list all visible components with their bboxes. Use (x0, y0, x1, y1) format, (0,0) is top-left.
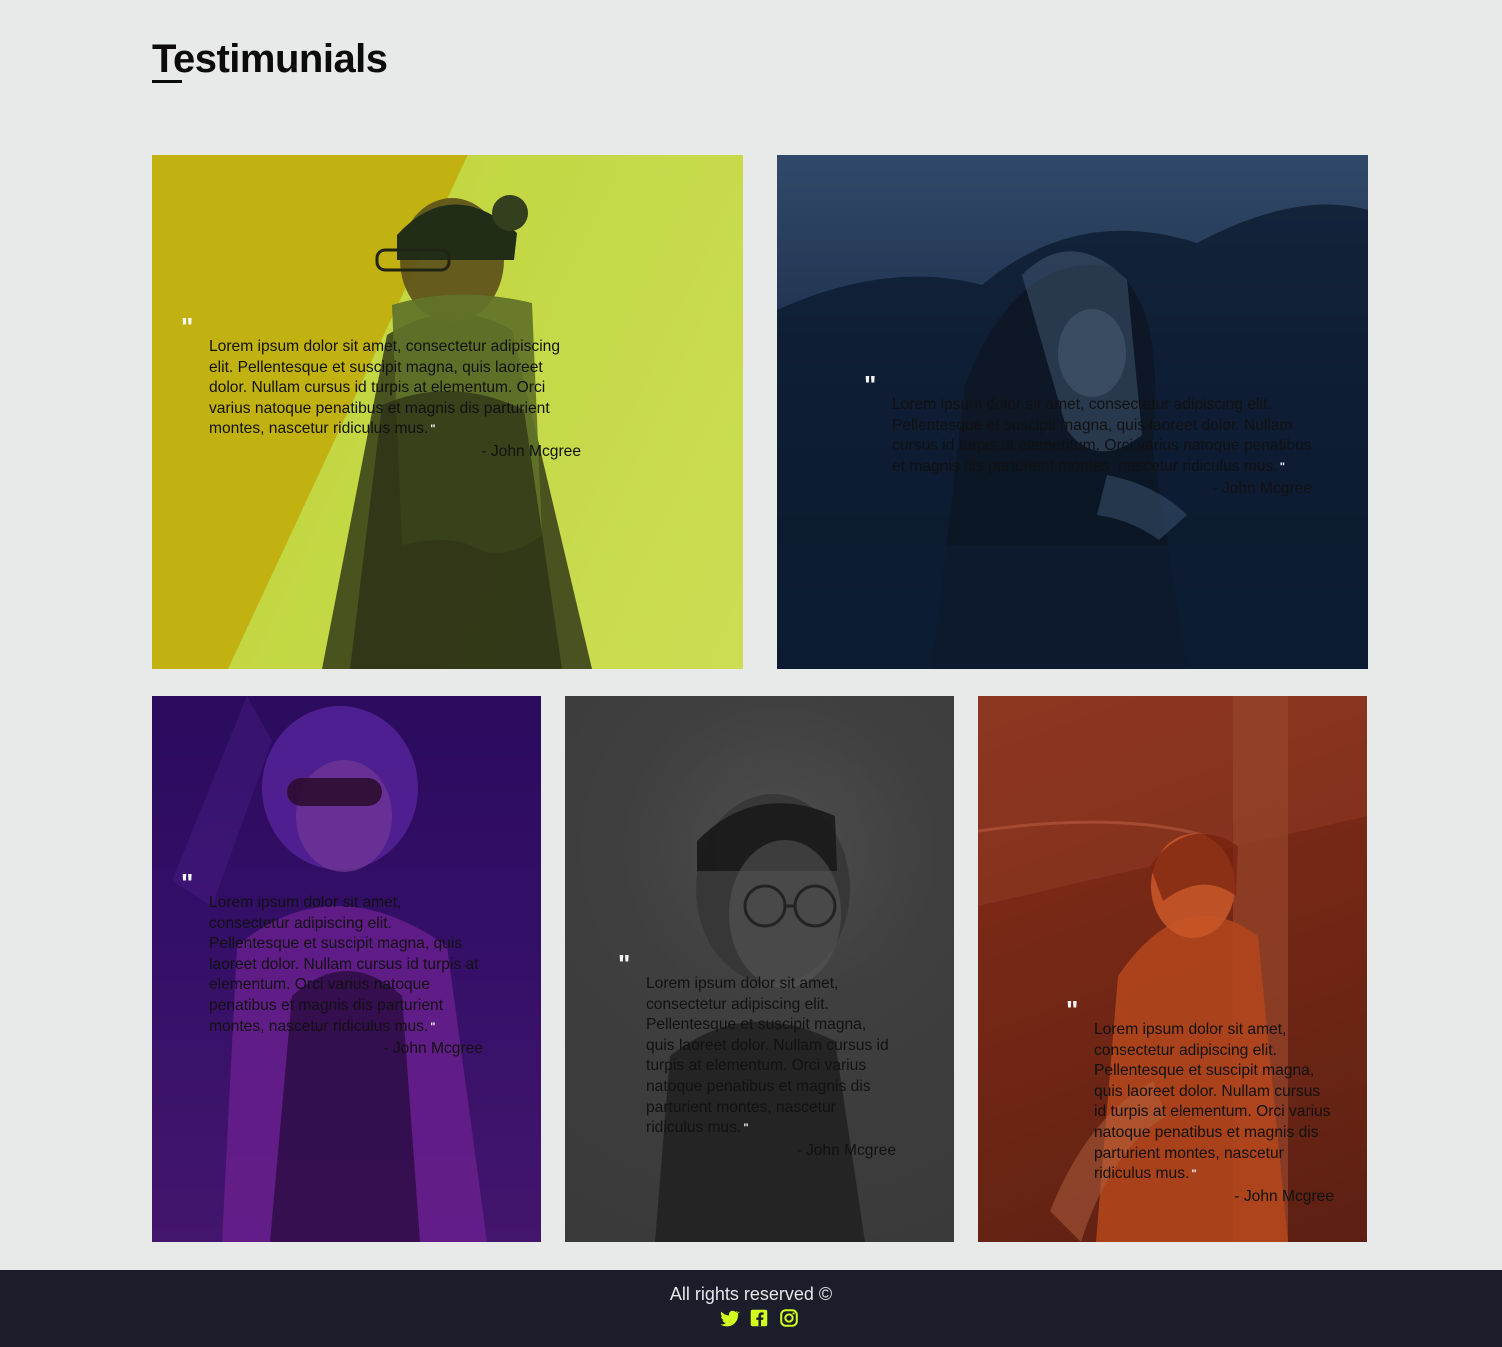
twitter-icon[interactable] (718, 1307, 740, 1329)
testimonial-card-2: " Lorem ipsum dolor sit amet, consectetu… (777, 155, 1368, 669)
testimonial-text: Lorem ipsum dolor sit amet, consectetur … (892, 396, 1312, 475)
footer: All rights reserved © (0, 1270, 1502, 1347)
testimonial-author: - John Mcgree (383, 1040, 483, 1058)
testimonial-quote: " Lorem ipsum dolor sit amet, consectetu… (181, 314, 581, 463)
instagram-icon[interactable] (778, 1307, 800, 1329)
title-underline (152, 80, 182, 83)
open-quote-icon: " (1066, 995, 1080, 1025)
testimonial-card-3: " Lorem ipsum dolor sit amet, consectetu… (152, 696, 541, 1242)
instagram-icon-frame (780, 1309, 798, 1327)
open-quote-icon: " (618, 949, 632, 979)
page-header: Testimunials (152, 30, 752, 90)
testimonial-text: Lorem ipsum dolor sit amet, consectetur … (209, 338, 561, 438)
testimonial-quote: " Lorem ipsum dolor sit amet, consectetu… (618, 951, 896, 1161)
testimonial-text: Lorem ipsum dolor sit amet, consectetur … (1094, 1021, 1331, 1183)
instagram-icon-dot (792, 1312, 795, 1315)
twitter-icon-shape (720, 1310, 740, 1327)
facebook-icon[interactable] (748, 1307, 770, 1329)
open-quote-icon: " (181, 868, 195, 898)
close-quote-icon: " (1191, 1168, 1197, 1181)
footer-text: All rights reserved © (669, 1284, 833, 1304)
close-quote-icon: " (743, 1122, 749, 1135)
close-quote-icon: " (430, 423, 436, 436)
close-quote-icon: " (1279, 460, 1285, 473)
testimonial-quote: " Lorem ipsum dolor sit amet, consectetu… (1066, 997, 1334, 1207)
open-quote-icon: " (181, 312, 195, 342)
instagram-icon-lens (784, 1313, 794, 1323)
testimonial-text: Lorem ipsum dolor sit amet, consectetur … (646, 975, 889, 1137)
close-quote-icon: " (430, 1020, 436, 1033)
testimonial-card-5: " Lorem ipsum dolor sit amet, consectetu… (978, 696, 1367, 1242)
social-links (718, 1306, 804, 1330)
testimonial-author: - John Mcgree (481, 442, 581, 460)
testimonial-text: Lorem ipsum dolor sit amet, consectetur … (209, 894, 479, 1035)
testimonial-quote: " Lorem ipsum dolor sit amet, consectetu… (181, 870, 483, 1060)
page-title: Testimunials (152, 37, 388, 81)
testimonial-card-4: " Lorem ipsum dolor sit amet, consectetu… (565, 696, 954, 1242)
open-quote-icon: " (864, 370, 878, 400)
testimonial-quote: " Lorem ipsum dolor sit amet, consectetu… (864, 372, 1312, 500)
testimonial-author: - John Mcgree (1212, 480, 1312, 498)
testimonial-card-1: " Lorem ipsum dolor sit amet, consectetu… (152, 155, 743, 669)
testimonial-author: - John Mcgree (1234, 1187, 1334, 1205)
testimonial-author: - John Mcgree (796, 1141, 896, 1159)
